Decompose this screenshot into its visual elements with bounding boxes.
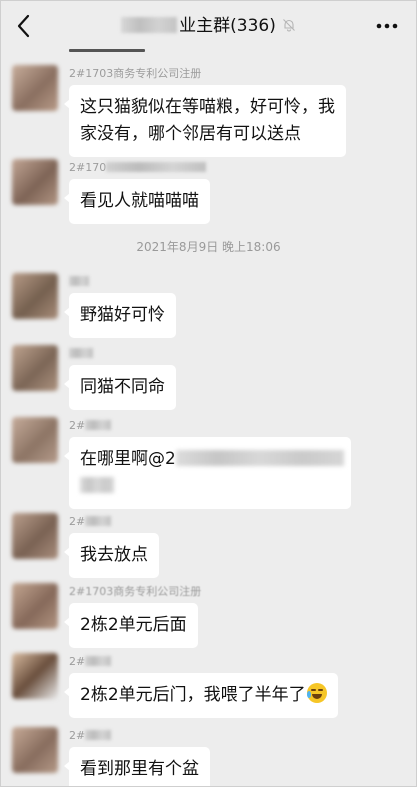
- message-text-line: 2栋2单元后门，我喂了半年了: [80, 682, 327, 709]
- sender-name: 2#: [69, 515, 112, 529]
- message-bubble[interactable]: 在哪里啊@2: [64, 437, 351, 509]
- previous-message-edge: [69, 49, 145, 52]
- sender-name-text: 2#: [69, 419, 86, 432]
- message-bubble[interactable]: 看到那里有个盆: [64, 747, 210, 786]
- bell-muted-icon: [282, 19, 295, 32]
- message-text-line: 看到那里有个盆: [80, 759, 199, 779]
- redacted-sender: [85, 730, 112, 740]
- sender-name: 2#: [69, 419, 112, 433]
- redacted-mention: [80, 477, 114, 493]
- sender-name: 2#: [69, 655, 112, 669]
- sender-name: [69, 347, 93, 361]
- avatar[interactable]: [12, 159, 58, 205]
- message-bubble[interactable]: 同猫不同命: [64, 365, 176, 410]
- more-dots-icon[interactable]: [376, 23, 398, 29]
- avatar[interactable]: [12, 583, 58, 629]
- message-text-line: 这只猫貌似在等喵粮，好可怜，我: [80, 97, 335, 117]
- sender-name: 2#1703商务专利公司注册: [69, 585, 202, 598]
- redacted-sender: [69, 276, 89, 286]
- avatar[interactable]: [12, 513, 58, 559]
- sender-name: 2#: [69, 729, 112, 743]
- message-bubble[interactable]: 2栋2单元后门，我喂了半年了: [64, 673, 338, 718]
- sender-name: [69, 275, 89, 289]
- redacted-sender: [85, 656, 112, 666]
- message-text-line: 2栋2单元后面: [80, 615, 187, 635]
- redacted-sender: [69, 348, 93, 358]
- avatar[interactable]: [12, 417, 58, 463]
- chat-title: 业主群(336): [1, 14, 416, 38]
- sender-name-text: 2#: [69, 515, 86, 528]
- chat-timestamp: 2021年8月9日 晚上18:06: [136, 240, 281, 254]
- chat-screen: 业主群(336) 2#1703商务专利公司注册 这只猫貌似在等喵粮，好可怜，我 …: [0, 0, 417, 787]
- message-text-line: 野猫好可怜: [80, 305, 165, 325]
- avatar[interactable]: [12, 273, 58, 319]
- sender-name-text: 2#: [69, 729, 86, 742]
- avatar[interactable]: [12, 65, 58, 111]
- message-text-line: 我去放点: [80, 545, 148, 565]
- message-bubble[interactable]: 我去放点: [64, 533, 159, 578]
- laughing-tears-emoji-icon: [306, 683, 327, 703]
- message-text-line: 看见人就喵喵喵: [80, 191, 199, 211]
- message-bubble[interactable]: 2栋2单元后面: [64, 603, 198, 648]
- redacted-sender: [85, 516, 112, 526]
- message-text: 2栋2单元后门，我喂了半年了: [80, 685, 306, 705]
- avatar[interactable]: [12, 727, 58, 773]
- sender-name-text: 2#: [69, 655, 86, 668]
- message-bubble[interactable]: 这只猫貌似在等喵粮，好可怜，我 家没有，哪个邻居有可以送点: [64, 85, 346, 157]
- sender-name: 2#1703商务专利公司注册: [69, 67, 202, 80]
- message-bubble[interactable]: 看见人就喵喵喵: [64, 179, 210, 224]
- message-text: 在哪里啊@2: [80, 449, 176, 469]
- message-text-line: 在哪里啊@2: [80, 446, 344, 473]
- redacted-mention: [175, 450, 344, 466]
- sender-name: 2#170: [69, 161, 207, 175]
- message-text-line: 同猫不同命: [80, 377, 165, 397]
- redacted-sender: [85, 420, 112, 430]
- avatar[interactable]: [12, 653, 58, 699]
- message-text-line: 家没有，哪个邻居有可以送点: [80, 124, 301, 144]
- avatar[interactable]: [12, 345, 58, 391]
- chat-title-text: 业主群(336): [179, 16, 276, 36]
- message-bubble[interactable]: 野猫好可怜: [64, 293, 176, 338]
- sender-name-text: 2#170: [69, 161, 107, 174]
- redacted-title-prefix: [121, 17, 178, 33]
- redacted-sender: [106, 162, 207, 172]
- message-text-line: [80, 473, 340, 500]
- chat-header: 业主群(336): [1, 1, 416, 51]
